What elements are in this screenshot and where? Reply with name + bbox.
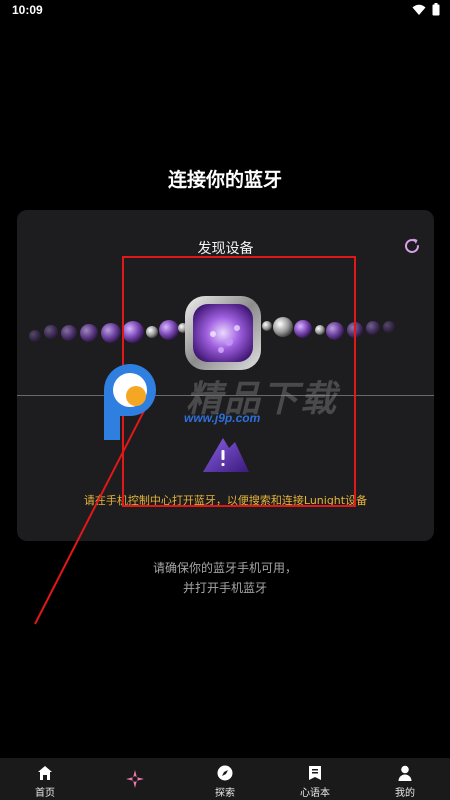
refresh-icon [405,238,419,253]
page-title: 连接你的蓝牙 [167,169,282,191]
nav-item-notebook[interactable]: 心语本 [270,758,360,800]
footer-note-line-2: 并打开手机蓝牙 [182,581,267,595]
battery-icon [432,3,440,16]
nav-label-profile: 我的 [395,788,415,799]
discover-device-card: 发现设备 请在手机控制中心打开蓝牙，以便搜索和连接Lunight设备 [17,210,434,541]
bracelet-image [29,296,395,370]
wifi-icon [412,4,426,15]
nav-label-explore: 探索 [215,788,235,799]
nav-label-home: 首页 [35,788,55,799]
bottom-nav: 首页 探索 心语本 我的 [0,758,450,800]
profile-icon [396,764,414,782]
bluetooth-hint: 请在手机控制中心打开蓝牙，以便搜索和连接Lunight设备 [83,494,368,507]
nav-item-profile[interactable]: 我的 [360,758,450,800]
home-icon [36,764,54,782]
footer-note: 请确保你的蓝牙手机可用， 并打开手机蓝牙 [0,558,450,598]
divider [17,395,434,396]
warning-icon [203,438,249,472]
star-compass-icon [126,770,144,788]
nav-label-notebook: 心语本 [300,788,330,799]
notebook-icon [306,764,324,782]
refresh-button[interactable] [400,234,424,258]
nav-item-center[interactable] [90,758,180,800]
status-icons [412,3,440,16]
status-time: 10:09 [12,3,43,17]
status-bar: 10:09 [0,0,450,22]
card-title: 发现设备 [197,241,254,257]
footer-note-line-1: 请确保你的蓝牙手机可用， [152,561,297,575]
compass-icon [216,764,234,782]
nav-item-home[interactable]: 首页 [0,758,90,800]
nav-item-explore[interactable]: 探索 [180,758,270,800]
